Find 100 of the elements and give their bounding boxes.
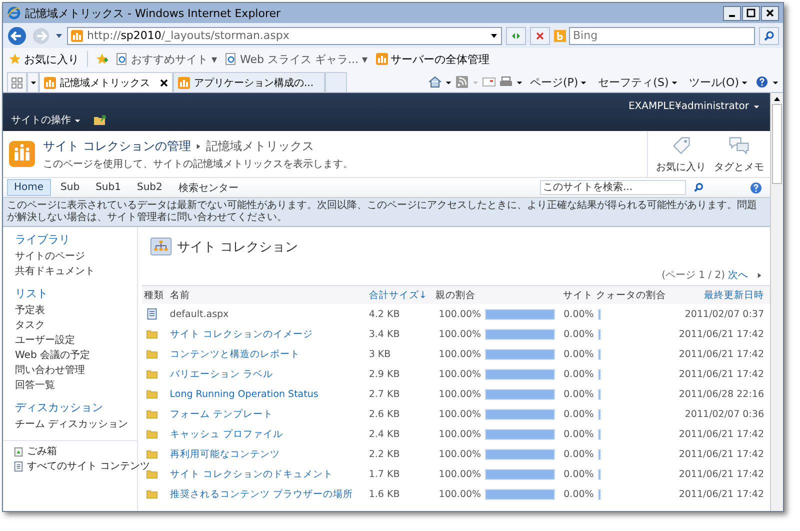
caret-icon[interactable] [670,78,678,86]
sidebar-item[interactable]: 予定表 [15,304,131,318]
item-name[interactable]: サイト コレクションのイメージ [170,328,313,340]
favorites-link[interactable]: サーバーの全体管理 [376,52,490,66]
address-field[interactable]: http://sp2010/_layouts/storman.aspx [67,26,502,44]
grid-icon [11,76,23,88]
date-cell: 2011/06/21 17:42 [678,428,764,440]
breadcrumb-link[interactable]: サイト コレクションの管理 [43,138,191,154]
caret-icon[interactable] [753,103,760,110]
caret-icon[interactable] [444,78,452,86]
folder-icon [146,328,158,340]
folder-icon [146,488,158,500]
sidebar-item[interactable]: Web 会議の予定 [15,349,131,363]
sidebar-item[interactable]: ユーザー設定 [15,334,131,348]
search-button[interactable] [759,26,779,44]
date-cell: 2011/06/21 17:42 [678,488,764,500]
stop-button[interactable] [530,26,550,44]
search-provider-icon [554,30,566,42]
refresh-button[interactable] [506,26,526,44]
back-button[interactable] [7,26,27,46]
caret-icon[interactable] [772,78,779,86]
printer-icon[interactable] [498,76,513,88]
sidebar-item[interactable]: タスク [15,319,131,333]
search-field[interactable]: Bing [569,26,755,44]
command-menu[interactable]: セーフティ(S) [598,74,669,90]
size-cell: 2.9 KB [368,368,400,380]
search-icon [692,182,704,193]
nav-tab[interactable]: Sub1 [90,180,127,195]
item-name[interactable]: サイト コレクションのドキュメント [170,468,333,480]
size-cell: 2.4 KB [368,428,400,440]
user-menu[interactable]: EXAMPLE¥administrator [628,101,749,112]
speech-bubbles-icon [728,134,750,156]
caret-icon [30,79,36,86]
ribbon-action[interactable]: タグとメモ [714,134,764,174]
size-cell: 1.7 KB [368,468,400,480]
sidebar-heading[interactable]: ディスカッション [15,401,131,415]
folder-icon [146,408,158,420]
next-page-link[interactable]: 次へ [728,268,748,282]
maximize-button[interactable] [742,6,760,20]
percent-cell: 0.00% [564,388,594,400]
command-menu[interactable]: ツール(O) [688,74,739,90]
sidebar-item[interactable]: 問い合わせ管理 [15,364,131,378]
add-favorite-button[interactable] [96,53,108,65]
close-tab-icon[interactable] [160,78,168,86]
next-arrow-icon[interactable] [757,272,762,278]
star-icon [9,53,21,65]
browser-tab[interactable]: アプリケーション構成の... [173,72,325,92]
favorites-link[interactable]: Web スライス ギャラ... ▾ [225,52,368,66]
item-name[interactable]: 再利用可能なコンテンツ [170,448,280,460]
site-icon [71,30,83,42]
size-cell: 3 KB [368,348,391,360]
nav-tab[interactable]: Sub [54,180,86,195]
favorites-link[interactable]: おすすめサイト ▾ [116,52,218,66]
percent-cell: 0.00% [564,448,594,460]
home-icon[interactable] [428,76,442,88]
item-name[interactable]: キャッシュ プロファイル [170,428,283,440]
dropdown-caret-icon[interactable] [490,32,498,40]
nav-tab[interactable]: Home [7,179,51,196]
sidebar-heading[interactable]: ライブラリ [15,233,131,247]
scrollbar[interactable] [770,93,783,511]
item-name[interactable]: フォーム テンプレート [170,408,273,420]
site-icon [376,53,388,65]
mail-icon[interactable] [482,76,496,88]
command-menu[interactable]: ページ(P) [530,74,578,90]
item-name[interactable]: コンテンツと構造のレポート [170,348,300,360]
ribbon-action[interactable]: お気に入り [656,134,706,174]
nav-tab[interactable]: 検索センター [172,178,244,196]
percent-cell: 100.00% [438,448,482,460]
folder-arrow-icon[interactable] [93,114,107,126]
caret-icon[interactable] [580,78,588,86]
percent-cell: 100.00% [438,328,482,340]
caret-icon[interactable] [741,78,748,86]
sidebar-heading[interactable]: リスト [15,287,131,301]
help-icon[interactable] [755,76,769,88]
folder-icon [146,448,158,460]
browser-tab[interactable]: 記憶域メトリックス [39,72,173,92]
nav-tab[interactable]: Sub2 [130,180,168,195]
caret-icon[interactable] [74,116,81,124]
sidebar-link[interactable]: すべてのサイト コンテンツ [13,460,150,473]
sidebar-item[interactable]: サイトのページ [15,250,131,264]
sidebar-item[interactable]: 回答一覧 [15,379,131,393]
item-name: default.aspx [170,308,229,320]
sidebar-item[interactable]: 共有ドキュメント [15,265,131,279]
site-actions-menu[interactable]: サイトの操作 [11,113,71,127]
item-name[interactable]: 推奨されるコンテンツ ブラウザーの場所 [170,488,353,500]
item-name[interactable]: Long Running Operation Status [170,388,318,400]
site-search-field[interactable]: このサイトを検索... [540,180,686,195]
recycle-bin-icon [13,446,24,457]
scrollbar-thumb[interactable] [772,104,782,184]
item-name[interactable]: バリエーション ラベル [170,368,273,380]
sidebar-item[interactable]: チーム ディスカッション [15,418,131,432]
favorites-link[interactable]: お気に入り [9,52,79,66]
browser-logo-icon [7,6,21,20]
minimize-button[interactable] [723,6,741,20]
caret-icon[interactable] [516,78,523,86]
column-header: 名前 [170,290,190,300]
help-icon[interactable] [750,182,762,194]
document-icon [146,308,158,320]
close-button[interactable] [761,6,779,20]
sidebar-link[interactable]: ごみ箱 [13,445,57,458]
